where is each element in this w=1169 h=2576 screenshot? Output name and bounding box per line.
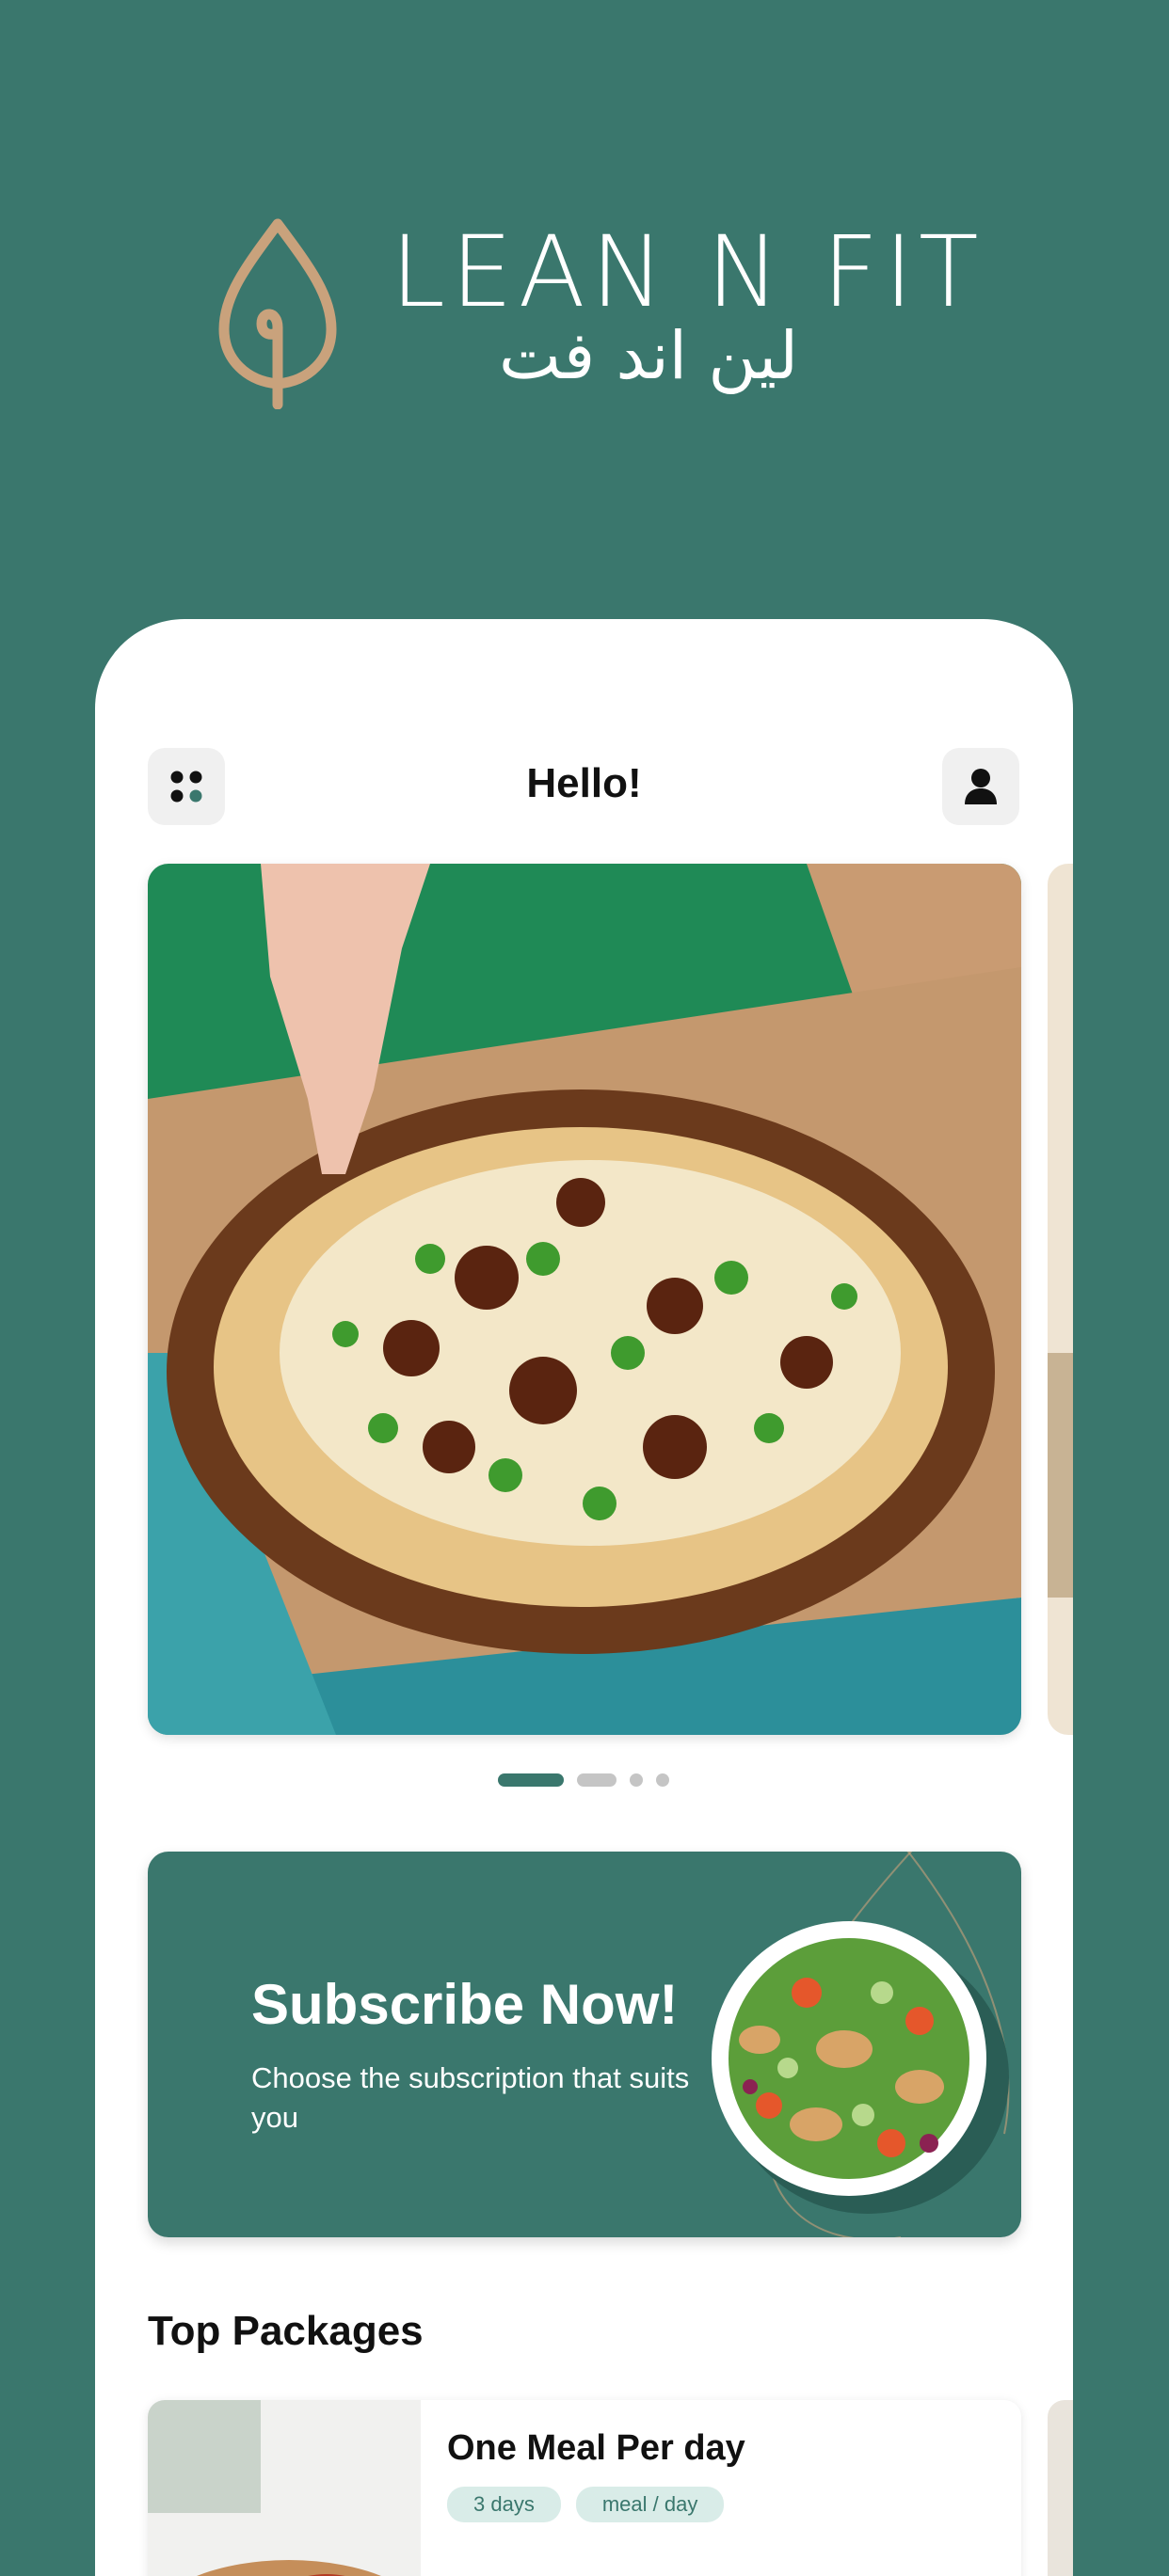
package-tags: 3 days meal / day — [447, 2487, 725, 2522]
wrap-image — [148, 2400, 421, 2576]
carousel-slide[interactable] — [148, 864, 1021, 1735]
leaf-logo-icon — [218, 218, 337, 409]
brand-logo: LEAN N FIT لين اند فت — [216, 212, 979, 414]
banner-subtitle: Choose the subscription that suits you — [251, 2061, 690, 2134]
user-icon — [965, 769, 997, 804]
package-name: One Meal Per day — [447, 2428, 745, 2468]
salad-image — [1048, 864, 1073, 1735]
profile-button[interactable] — [942, 748, 1019, 825]
section-title-top-packages: Top Packages — [148, 2308, 424, 2354]
pagination-dot[interactable] — [630, 1773, 643, 1787]
carousel-pagination — [95, 1773, 1073, 1787]
salad-plate-image — [712, 1921, 1009, 2214]
banner-title: Subscribe Now! — [251, 1973, 679, 2036]
app-screen: Hello! Subscribe Now! Choose the subscri… — [95, 619, 1073, 2576]
package-card[interactable]: One Meal Per day 3 days meal / day — [148, 2400, 1021, 2576]
package-tag-frequency: meal / day — [575, 2487, 725, 2522]
pizza-image — [148, 864, 1021, 1735]
brand-name-ar: لين اند فت — [499, 317, 799, 394]
package-card-next[interactable] — [1048, 2400, 1073, 2576]
pagination-dot[interactable] — [656, 1773, 669, 1787]
carousel-slide-next[interactable] — [1048, 864, 1073, 1735]
subscribe-banner[interactable]: Subscribe Now! Choose the subscription t… — [148, 1852, 1021, 2237]
page-title: Hello! — [526, 760, 642, 806]
pagination-dot[interactable] — [577, 1773, 617, 1787]
brand-name-en: LEAN N FIT — [391, 215, 985, 329]
package-tag-duration: 3 days — [447, 2487, 561, 2522]
pagination-dot-active[interactable] — [498, 1773, 564, 1787]
